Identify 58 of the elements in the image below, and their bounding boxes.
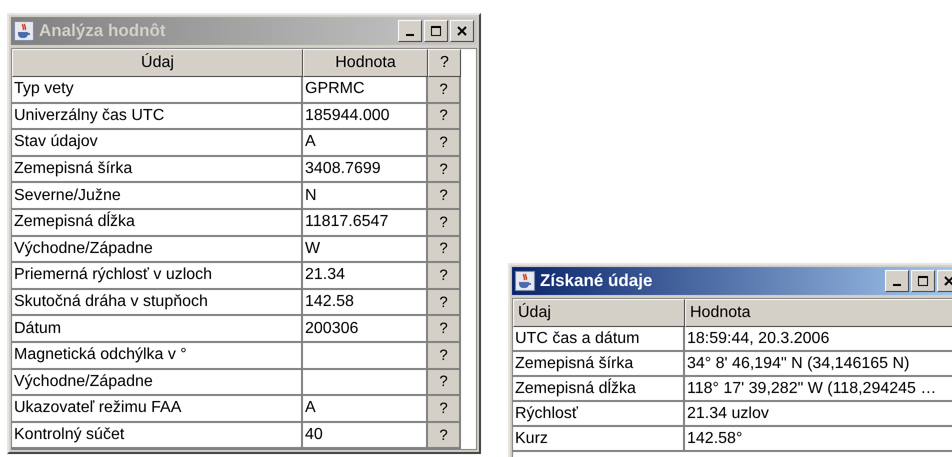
close-icon — [457, 26, 467, 36]
help-button[interactable]: ? — [437, 294, 450, 311]
help-button[interactable]: ? — [437, 160, 450, 178]
minimize-button[interactable] — [885, 270, 909, 292]
maximize-icon — [431, 26, 441, 36]
minimize-icon — [406, 34, 414, 36]
table-cell: Dátum — [12, 316, 303, 343]
help-button[interactable]: ? — [437, 107, 450, 124]
help-button[interactable]: ? — [437, 80, 450, 98]
table-cell: 18:59:44, 20.3.2006 — [685, 327, 952, 352]
coffee-cup-icon — [14, 21, 34, 41]
table-cell: Východne/Západne — [12, 236, 303, 264]
help-button[interactable]: ? — [437, 266, 450, 284]
table-cell: Zemepisná dĺžka — [513, 377, 685, 402]
maximize-icon — [918, 276, 928, 286]
table-cell: UTC čas a dátum — [513, 327, 685, 352]
table-cell: Kontrolný súčet — [12, 422, 303, 450]
table-cell: Ukazovateľ režimu FAA — [12, 396, 303, 423]
help-button[interactable]: ? — [437, 240, 450, 258]
table-cell: Východne/Západne — [12, 370, 303, 396]
table-cell: Zemepisná dĺžka — [12, 210, 303, 237]
help-button[interactable]: ? — [437, 134, 450, 151]
help-button[interactable]: ? — [437, 373, 450, 390]
coffee-cup-icon — [515, 271, 535, 291]
table-cell: Typ vety — [12, 77, 303, 104]
table-cell: Zemepisná šírka — [12, 156, 303, 184]
table-cell: Univerzálny čas UTC — [12, 104, 303, 130]
table-cell: 34° 8' 46,194" N (34,146165 N) — [685, 352, 952, 377]
table-cell: 21.34 uzlov — [685, 402, 952, 427]
minimize-button[interactable] — [398, 20, 422, 42]
help-button[interactable]: ? — [437, 214, 450, 231]
table-cell: 118° 17' 39,282" W (118,294245 … — [685, 377, 952, 402]
column-header[interactable]: Hodnota — [303, 49, 428, 77]
help-button[interactable]: ? — [437, 400, 450, 417]
help-button[interactable]: ? — [437, 187, 450, 204]
help-button[interactable]: ? — [437, 320, 450, 338]
table-cell: Skutočná dráha v stupňoch — [12, 290, 303, 316]
table-cell: Kurz — [513, 427, 685, 452]
table-cell: Priemerná rýchlosť v uzloch — [12, 263, 303, 290]
help-button[interactable]: ? — [437, 346, 450, 364]
minimize-icon — [893, 284, 901, 286]
column-header[interactable]: Hodnota — [685, 299, 952, 327]
table-cell: Severne/Južne — [12, 183, 303, 210]
table-cell: Zemepisná šírka — [513, 352, 685, 377]
column-header[interactable]: Údaj — [12, 49, 303, 77]
close-icon — [944, 276, 952, 286]
table-cell: Magnetická odchýlka v ° — [12, 342, 303, 370]
column-header[interactable]: Údaj — [513, 299, 685, 327]
table-cell: 142.58° — [685, 427, 952, 452]
window-title: Získané údaje — [540, 271, 654, 291]
table-cell: Rýchlosť — [513, 402, 685, 427]
close-button[interactable] — [450, 20, 474, 42]
maximize-button[interactable] — [911, 270, 935, 292]
maximize-button[interactable] — [424, 20, 448, 42]
column-header[interactable]: ? — [428, 49, 461, 77]
help-button[interactable]: ? — [437, 426, 450, 444]
table-cell: Stav údajov — [12, 130, 303, 157]
window-title: Analýza hodnôt — [39, 21, 167, 41]
